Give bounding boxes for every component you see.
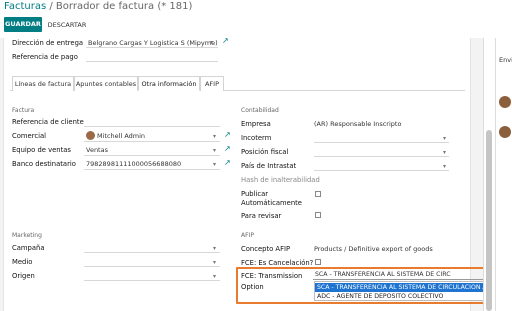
fce-cancellation-checkbox[interactable] [315, 259, 321, 265]
section-title-accounting: Contabilidad [241, 107, 279, 114]
fiscal-position-label: Posición fiscal [241, 148, 289, 156]
to-check-label: Para revisar [241, 212, 282, 220]
sales-team-underline [84, 155, 220, 156]
tab-afip[interactable]: AFIP [200, 76, 224, 91]
customer-reference-label: Referencia de cliente [12, 118, 84, 126]
company-value: (AR) Responsable Inscripto [314, 120, 402, 128]
incoterm-input[interactable] [314, 142, 449, 143]
afip-concept-label: Concepto AFIP [241, 245, 291, 253]
auto-post-checkbox[interactable] [315, 191, 321, 197]
source-label: Origen [12, 272, 35, 280]
payment-reference-input[interactable] [86, 61, 218, 62]
chevron-down-icon[interactable]: ▾ [213, 161, 216, 168]
external-link-icon[interactable]: ↗ [222, 36, 229, 45]
breadcrumb-current: Borrador de factura (* 181) [55, 1, 193, 12]
breadcrumb: Facturas / Borrador de factura (* 181) [4, 1, 192, 12]
afip-concept-value[interactable]: Products / Definitive export of goods [314, 245, 433, 253]
medium-label: Medio [12, 258, 33, 266]
breadcrumb-parent-link[interactable]: Facturas [4, 1, 46, 12]
section-title-invoice: Factura [12, 107, 35, 114]
fce-transmission-current[interactable]: SCA - TRANSFERENCIA AL SISTEMA DE CIRC [315, 271, 451, 278]
incoterm-label: Incoterm [241, 134, 272, 142]
chevron-down-icon[interactable]: ▾ [443, 135, 446, 142]
tab-invoice-lines[interactable]: Líneas de factura [12, 76, 74, 91]
campaign-input[interactable] [84, 252, 220, 253]
chevron-down-icon[interactable]: ▾ [213, 147, 216, 154]
external-link-icon[interactable]: ↗ [224, 130, 231, 139]
delivery-address-underline [86, 47, 218, 48]
dropdown-option-adc[interactable]: ADC - AGENTE DE DEPOSITO COLECTIVO [315, 292, 497, 301]
external-link-icon[interactable]: ↗ [224, 144, 231, 153]
intrastat-country-input[interactable] [314, 170, 449, 171]
chevron-down-icon[interactable]: ▾ [213, 133, 216, 140]
tab-other-info[interactable]: Otra información [138, 76, 200, 91]
to-check-checkbox[interactable] [315, 212, 321, 218]
medium-input[interactable] [84, 266, 220, 267]
chevron-down-icon[interactable]: ▾ [213, 245, 216, 252]
delivery-address-value[interactable]: Belgrano Cargas Y Logistica S (Mipyme) [88, 39, 218, 47]
dropdown-option-sca[interactable]: SCA - TRANSFERENCIA AL SISTEMA DE CIRCUL… [315, 283, 508, 292]
chevron-down-icon[interactable]: ▾ [210, 39, 213, 46]
send-message-button[interactable]: Envi [499, 56, 512, 64]
salesperson-value[interactable]: Mitchell Admin [97, 132, 145, 140]
avatar [499, 126, 511, 138]
sales-team-label: Equipo de ventas [12, 146, 71, 154]
avatar [499, 96, 511, 108]
tab-journal-items[interactable]: Apuntes contables [74, 76, 138, 91]
auto-post-label-line1: Publicar [241, 190, 269, 198]
customer-reference-input[interactable] [84, 126, 220, 127]
scrollbar-thumb[interactable] [486, 130, 492, 311]
save-button[interactable]: GUARDAR [4, 17, 42, 32]
delivery-address-label: Dirección de entrega [12, 39, 84, 47]
bank-account-label: Banco destinatario [12, 160, 76, 168]
sales-team-value[interactable]: Ventas [86, 146, 108, 154]
chevron-down-icon[interactable]: ▾ [443, 149, 446, 156]
external-link-icon[interactable]: ↗ [224, 158, 231, 167]
bank-account-value[interactable]: 79828981111000056688080 [86, 160, 181, 168]
fce-transmission-label-line2: Option [241, 283, 264, 291]
inalterability-hash-label: Hash de inalterabilidad [241, 176, 320, 184]
section-title-afip: AFIP [241, 232, 254, 239]
intrastat-country-label: País de Intrastat [241, 162, 297, 170]
breadcrumb-separator: / [49, 1, 53, 12]
campaign-label: Campaña [12, 244, 45, 252]
auto-post-label-line2: Automáticamente [241, 199, 302, 207]
fce-cancellation-label: FCE: Es Cancelación? [241, 259, 314, 267]
fiscal-position-input[interactable] [314, 156, 449, 157]
chevron-down-icon[interactable]: ▾ [213, 259, 216, 266]
chevron-down-icon[interactable]: ▾ [443, 163, 446, 170]
fce-transmission-dropdown[interactable]: SCA - TRANSFERENCIA AL SISTEMA DE CIRCUL… [314, 281, 508, 301]
discard-button[interactable]: DESCARTAR [46, 17, 88, 32]
bank-account-underline [84, 169, 220, 170]
company-label: Empresa [241, 120, 271, 128]
source-input[interactable] [84, 280, 220, 281]
salesperson-label: Comercial [12, 132, 47, 140]
salesperson-underline [84, 141, 220, 142]
payment-reference-label: Referencia de pago [12, 53, 78, 61]
section-title-marketing: Marketing [12, 232, 42, 239]
fce-transmission-label-line1: FCE: Transmission [241, 272, 303, 280]
chatter-panel [495, 38, 512, 311]
chevron-down-icon[interactable]: ▾ [213, 273, 216, 280]
avatar [86, 131, 95, 140]
